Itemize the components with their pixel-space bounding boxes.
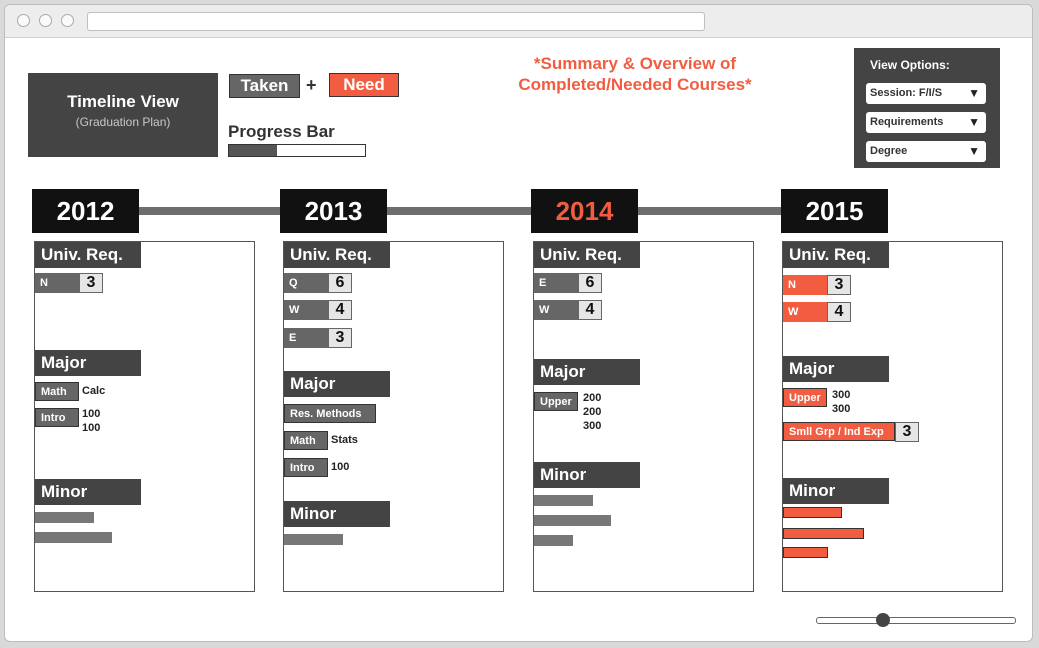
req-count: 3 [328,328,352,348]
year-column-2013: Univ. Req. Q6 W4 E3 Major Res. Methods M… [283,241,504,592]
progress-bar [228,144,366,157]
major-course: 300 [832,403,851,415]
minor-heading: Minor [284,501,390,527]
major-heading: Major [284,371,390,397]
zoom-slider-track[interactable] [816,617,1016,624]
req-count: 6 [328,273,352,293]
major-heading: Major [35,350,141,376]
chevron-down-icon: ▼ [968,115,980,129]
req-count: 4 [328,300,352,320]
summary-note: *Summary & Overview of Completed/Needed … [470,53,800,95]
close-window-button[interactable] [17,14,30,27]
year-2015[interactable]: 2015 [781,189,888,233]
year-column-2012: Univ. Req. N3 Major Math Calc Intro 100 … [34,241,255,592]
minor-progress-bar [35,512,94,523]
year-column-2015: Univ. Req. N3 W4 Major Upper 300 300 Sml… [782,241,1003,592]
page-subtitle: (Graduation Plan) [75,115,171,129]
timeline-view-header: Timeline View (Graduation Plan) [28,73,218,157]
address-bar[interactable] [87,12,705,31]
maximize-window-button[interactable] [61,14,74,27]
req-count: 4 [578,300,602,320]
requirements-select[interactable]: Requirements ▼ [866,112,986,133]
progress-label: Progress Bar [228,122,335,141]
legend-plus: + [306,75,317,95]
minor-heading: Minor [35,479,141,505]
summary-line-2: Completed/Needed Courses* [518,75,752,94]
major-course: Calc [82,385,106,397]
year-2014[interactable]: 2014 [531,189,638,233]
minimize-window-button[interactable] [39,14,52,27]
univ-req-heading: Univ. Req. [783,242,889,268]
major-course: Stats [331,434,358,446]
major-course: 200 [583,392,602,404]
major-tag-math[interactable]: Math [284,431,328,450]
major-tag-upper-needed[interactable]: Upper [783,388,827,407]
minor-progress-bar [534,535,573,546]
req-count: 3 [79,273,103,293]
minor-heading: Minor [534,462,640,488]
title-bar [5,5,1032,38]
major-tag-math[interactable]: Math [35,382,79,401]
univ-req-heading: Univ. Req. [35,242,141,268]
year-2013[interactable]: 2013 [280,189,387,233]
minor-progress-bar [534,495,593,506]
year-2012[interactable]: 2012 [32,189,139,233]
minor-progress-bar [284,534,343,545]
univ-req-heading: Univ. Req. [284,242,390,268]
minor-progress-bar-needed [783,507,842,518]
major-heading: Major [783,356,889,382]
minor-progress-bar-needed [783,528,864,539]
view-options-heading: View Options: [870,58,950,72]
session-select-value: Session: F/I/S [870,87,943,99]
major-tag-upper[interactable]: Upper [534,392,578,411]
major-course: 100 [82,408,101,420]
req-count: 3 [827,275,851,295]
minor-progress-bar [534,515,611,526]
req-code: N [35,273,79,293]
major-course: 300 [832,389,851,401]
major-tag-small-group-needed[interactable]: Smll Grp / Ind Exp [783,422,895,441]
major-course: 300 [583,420,602,432]
req-count: 4 [827,302,851,322]
requirements-select-value: Requirements [870,116,944,128]
minor-progress-bar [35,532,112,543]
req-code: E [284,328,328,348]
univ-req-heading: Univ. Req. [534,242,640,268]
chevron-down-icon: ▼ [968,86,980,100]
req-code: W [783,302,827,322]
page-title: Timeline View [67,92,179,111]
major-tag-res-methods[interactable]: Res. Methods [284,404,376,423]
req-code: W [534,300,578,320]
req-code: N [783,275,827,295]
legend-taken: Taken [229,74,300,98]
req-code: W [284,300,328,320]
year-column-2014: Univ. Req. E6 W4 Major Upper 200 200 300… [533,241,754,592]
req-code: Q [284,273,328,293]
minor-progress-bar-needed [783,547,828,558]
session-select[interactable]: Session: F/I/S ▼ [866,83,986,104]
summary-line-1: *Summary & Overview of [533,54,737,73]
major-course: 100 [331,461,350,473]
major-tag-intro[interactable]: Intro [35,408,79,427]
timeline-track [138,207,796,215]
major-tag-intro[interactable]: Intro [284,458,328,477]
progress-bar-fill [229,145,277,156]
req-count: 3 [895,422,919,442]
legend-need: Need [329,73,399,97]
degree-select-value: Degree [870,145,908,157]
chevron-down-icon: ▼ [968,144,980,158]
major-heading: Major [534,359,640,385]
major-course: 200 [583,406,602,418]
req-code: E [534,273,578,293]
major-course: 100 [82,422,101,434]
view-options-panel: View Options: Session: F/I/S ▼ Requiremen… [854,48,1000,168]
req-count: 6 [578,273,602,293]
major-count-badge: 3 [895,422,919,442]
degree-select[interactable]: Degree ▼ [866,141,986,162]
minor-heading: Minor [783,478,889,504]
